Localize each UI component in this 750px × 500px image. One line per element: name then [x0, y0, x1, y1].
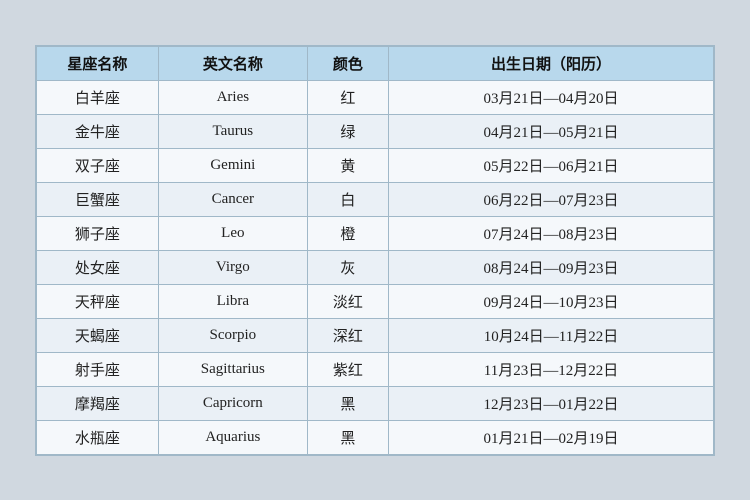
table-row: 射手座Sagittarius紫红11月23日—12月22日	[37, 352, 714, 386]
header-color: 颜色	[307, 46, 388, 80]
cell-english: Aquarius	[158, 420, 307, 454]
cell-english: Capricorn	[158, 386, 307, 420]
cell-english: Taurus	[158, 114, 307, 148]
cell-english: Aries	[158, 80, 307, 114]
cell-color: 紫红	[307, 352, 388, 386]
table-row: 巨蟹座Cancer白06月22日—07月23日	[37, 182, 714, 216]
table-row: 天秤座Libra淡红09月24日—10月23日	[37, 284, 714, 318]
cell-color: 黄	[307, 148, 388, 182]
cell-date: 04月21日—05月21日	[389, 114, 714, 148]
cell-chinese: 水瓶座	[37, 420, 159, 454]
cell-english: Scorpio	[158, 318, 307, 352]
header-date: 出生日期（阳历）	[389, 46, 714, 80]
zodiac-table: 星座名称 英文名称 颜色 出生日期（阳历） 白羊座Aries红03月21日—04…	[36, 46, 714, 455]
cell-date: 01月21日—02月19日	[389, 420, 714, 454]
cell-date: 08月24日—09月23日	[389, 250, 714, 284]
cell-date: 06月22日—07月23日	[389, 182, 714, 216]
table-row: 金牛座Taurus绿04月21日—05月21日	[37, 114, 714, 148]
table-row: 双子座Gemini黄05月22日—06月21日	[37, 148, 714, 182]
cell-color: 橙	[307, 216, 388, 250]
cell-chinese: 天秤座	[37, 284, 159, 318]
cell-color: 灰	[307, 250, 388, 284]
table-row: 白羊座Aries红03月21日—04月20日	[37, 80, 714, 114]
cell-chinese: 金牛座	[37, 114, 159, 148]
cell-chinese: 巨蟹座	[37, 182, 159, 216]
cell-date: 07月24日—08月23日	[389, 216, 714, 250]
zodiac-table-container: 星座名称 英文名称 颜色 出生日期（阳历） 白羊座Aries红03月21日—04…	[35, 45, 715, 456]
table-row: 摩羯座Capricorn黑12月23日—01月22日	[37, 386, 714, 420]
table-row: 水瓶座Aquarius黑01月21日—02月19日	[37, 420, 714, 454]
cell-date: 12月23日—01月22日	[389, 386, 714, 420]
cell-date: 03月21日—04月20日	[389, 80, 714, 114]
header-chinese: 星座名称	[37, 46, 159, 80]
cell-date: 11月23日—12月22日	[389, 352, 714, 386]
table-row: 处女座Virgo灰08月24日—09月23日	[37, 250, 714, 284]
cell-date: 10月24日—11月22日	[389, 318, 714, 352]
cell-date: 05月22日—06月21日	[389, 148, 714, 182]
cell-color: 绿	[307, 114, 388, 148]
cell-english: Sagittarius	[158, 352, 307, 386]
cell-english: Libra	[158, 284, 307, 318]
header-english: 英文名称	[158, 46, 307, 80]
table-header-row: 星座名称 英文名称 颜色 出生日期（阳历）	[37, 46, 714, 80]
cell-color: 红	[307, 80, 388, 114]
cell-chinese: 天蝎座	[37, 318, 159, 352]
cell-english: Leo	[158, 216, 307, 250]
cell-color: 黑	[307, 420, 388, 454]
cell-color: 白	[307, 182, 388, 216]
cell-color: 淡红	[307, 284, 388, 318]
cell-english: Virgo	[158, 250, 307, 284]
cell-chinese: 双子座	[37, 148, 159, 182]
cell-date: 09月24日—10月23日	[389, 284, 714, 318]
cell-color: 深红	[307, 318, 388, 352]
cell-english: Gemini	[158, 148, 307, 182]
table-row: 狮子座Leo橙07月24日—08月23日	[37, 216, 714, 250]
cell-chinese: 射手座	[37, 352, 159, 386]
cell-chinese: 狮子座	[37, 216, 159, 250]
cell-chinese: 处女座	[37, 250, 159, 284]
cell-color: 黑	[307, 386, 388, 420]
cell-chinese: 摩羯座	[37, 386, 159, 420]
cell-english: Cancer	[158, 182, 307, 216]
cell-chinese: 白羊座	[37, 80, 159, 114]
table-row: 天蝎座Scorpio深红10月24日—11月22日	[37, 318, 714, 352]
